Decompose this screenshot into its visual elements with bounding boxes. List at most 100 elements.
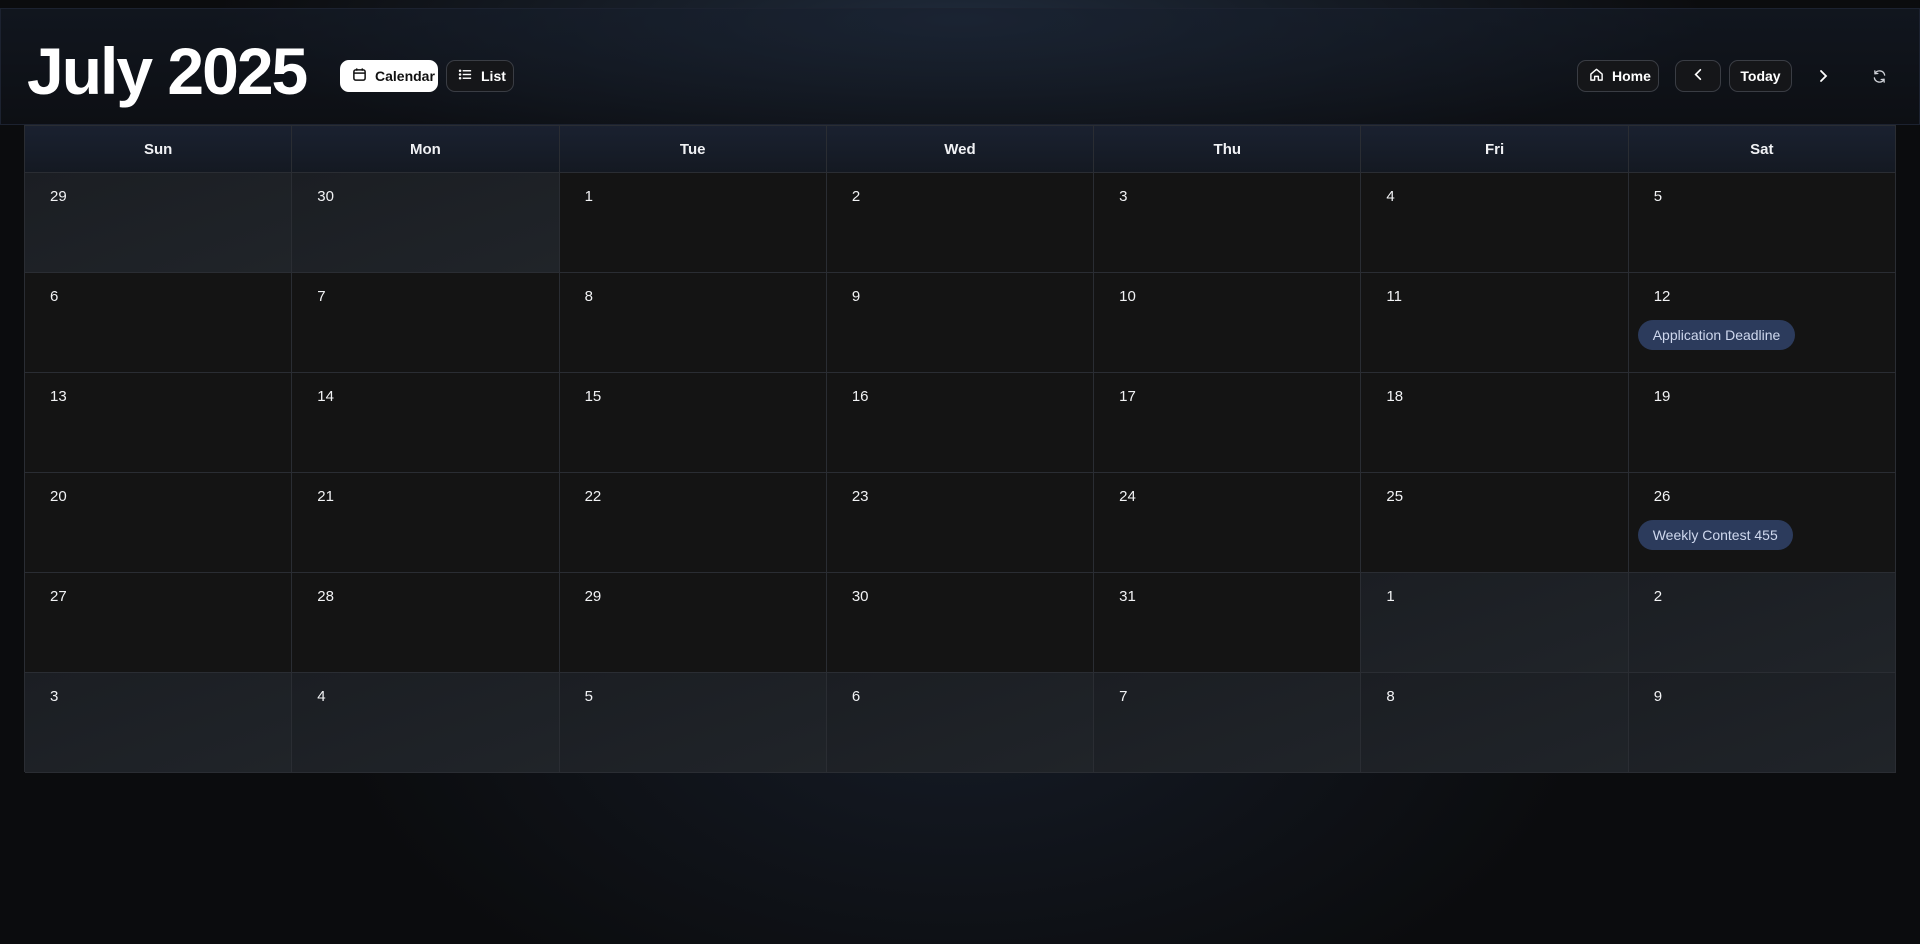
day-number: 13 (50, 388, 67, 405)
day-number: 23 (851, 488, 869, 505)
weekday-header: Sun (25, 126, 293, 173)
day-cell[interactable]: 24 (1094, 473, 1362, 573)
day-cell[interactable]: 19 (1628, 373, 1896, 473)
calendar-view-button[interactable]: Calendar (340, 60, 438, 92)
list-view-button[interactable]: List (446, 60, 514, 92)
weekday-header: Tue (559, 126, 827, 173)
day-number: 4 (1386, 188, 1395, 205)
day-number: 8 (584, 288, 593, 305)
day-cell[interactable]: 20 (25, 473, 293, 573)
day-cell-other-month[interactable]: 3 (25, 673, 293, 773)
list-view-label: List (481, 68, 506, 84)
day-number: 29 (50, 188, 67, 205)
day-cell[interactable]: 2 (826, 173, 1095, 273)
day-cell[interactable]: 28 (292, 573, 560, 673)
day-number: 5 (1653, 188, 1663, 205)
day-cell[interactable]: 30 (826, 573, 1095, 673)
day-number: 16 (851, 388, 869, 405)
weekday-header: Fri (1361, 126, 1629, 173)
calendar-view-label: Calendar (375, 68, 435, 84)
page-title: July 2025 (27, 34, 308, 108)
calendar-icon (352, 67, 367, 85)
day-number: 7 (1119, 688, 1128, 705)
day-cell[interactable]: 12 Application Deadline (1628, 273, 1896, 373)
day-number: 4 (317, 688, 326, 705)
day-cell[interactable]: 29 (559, 573, 827, 673)
day-number: 30 (851, 588, 869, 605)
day-number: 18 (1386, 388, 1404, 405)
day-number: 14 (317, 388, 334, 405)
day-cell[interactable]: 11 (1361, 273, 1629, 373)
day-cell-other-month[interactable]: 29 (25, 173, 293, 273)
day-cell[interactable]: 31 (1094, 573, 1362, 673)
day-cell[interactable]: 15 (559, 373, 827, 473)
chevron-right-icon[interactable] (1811, 64, 1835, 88)
home-label: Home (1612, 68, 1651, 84)
day-cell[interactable]: 7 (292, 273, 560, 373)
today-button[interactable]: Today (1729, 60, 1792, 92)
event-pill[interactable]: Weekly Contest 455 (1637, 520, 1793, 550)
day-cell[interactable]: 3 (1094, 173, 1362, 273)
event-pill[interactable]: Application Deadline (1637, 320, 1796, 350)
day-cell[interactable]: 4 (1361, 173, 1629, 273)
day-cell-other-month[interactable]: 6 (826, 673, 1095, 773)
day-number: 6 (851, 688, 861, 705)
day-number: 26 (1653, 488, 1671, 505)
day-number: 1 (584, 188, 593, 205)
day-cell[interactable]: 8 (559, 273, 827, 373)
day-number: 1 (1386, 588, 1395, 605)
day-cell[interactable]: 6 (25, 273, 293, 373)
day-number: 25 (1386, 488, 1404, 505)
day-cell-other-month[interactable]: 4 (292, 673, 560, 773)
list-icon (458, 67, 473, 85)
day-cell[interactable]: 25 (1361, 473, 1629, 573)
weekday-header: Thu (1094, 126, 1362, 173)
day-cell-other-month[interactable]: 30 (292, 173, 560, 273)
day-cell[interactable]: 14 (292, 373, 560, 473)
day-number: 2 (1653, 588, 1663, 605)
day-number: 24 (1119, 488, 1136, 505)
day-cell-other-month[interactable]: 1 (1361, 573, 1629, 673)
day-number: 2 (851, 188, 861, 205)
day-cell[interactable]: 22 (559, 473, 827, 573)
calendar-header: July 2025 Calendar List Home Today (0, 8, 1920, 125)
weekday-header: Mon (292, 126, 560, 173)
weekday-header: Sat (1628, 126, 1896, 173)
day-cell-other-month[interactable]: 9 (1628, 673, 1896, 773)
day-cell[interactable]: 13 (25, 373, 293, 473)
home-icon (1589, 67, 1604, 85)
day-cell[interactable]: 17 (1094, 373, 1362, 473)
day-number: 12 (1653, 288, 1671, 305)
month-grid: Sun Mon Tue Wed Thu Fri Sat 29 30 1 2 3 4 5 6 7 8 9 10 11 12… (24, 125, 1896, 773)
day-cell-other-month[interactable]: 2 (1628, 573, 1896, 673)
previous-month-button[interactable] (1675, 60, 1721, 92)
day-number: 10 (1119, 288, 1136, 305)
day-number: 27 (50, 588, 67, 605)
day-cell[interactable]: 10 (1094, 273, 1362, 373)
day-cell[interactable]: 1 (559, 173, 827, 273)
day-number: 3 (1119, 188, 1128, 205)
refresh-icon[interactable] (1867, 64, 1891, 88)
day-cell[interactable]: 9 (826, 273, 1095, 373)
day-cell[interactable]: 26 Weekly Contest 455 (1628, 473, 1896, 573)
day-number: 21 (317, 488, 334, 505)
day-cell[interactable]: 27 (25, 573, 293, 673)
home-button[interactable]: Home (1577, 60, 1659, 92)
day-cell[interactable]: 18 (1361, 373, 1629, 473)
day-number: 20 (50, 488, 67, 505)
day-number: 9 (851, 288, 861, 305)
day-cell[interactable]: 16 (826, 373, 1095, 473)
day-number: 11 (1386, 288, 1402, 305)
day-number: 8 (1386, 688, 1395, 705)
day-cell-other-month[interactable]: 7 (1094, 673, 1362, 773)
day-number: 9 (1653, 688, 1663, 705)
day-cell[interactable]: 23 (826, 473, 1095, 573)
chevron-left-icon (1691, 67, 1706, 85)
day-cell[interactable]: 5 (1628, 173, 1896, 273)
day-number: 29 (584, 588, 602, 605)
day-cell[interactable]: 21 (292, 473, 560, 573)
day-cell-other-month[interactable]: 5 (559, 673, 827, 773)
day-number: 30 (317, 188, 334, 205)
day-cell-other-month[interactable]: 8 (1361, 673, 1629, 773)
day-number: 19 (1653, 388, 1671, 405)
